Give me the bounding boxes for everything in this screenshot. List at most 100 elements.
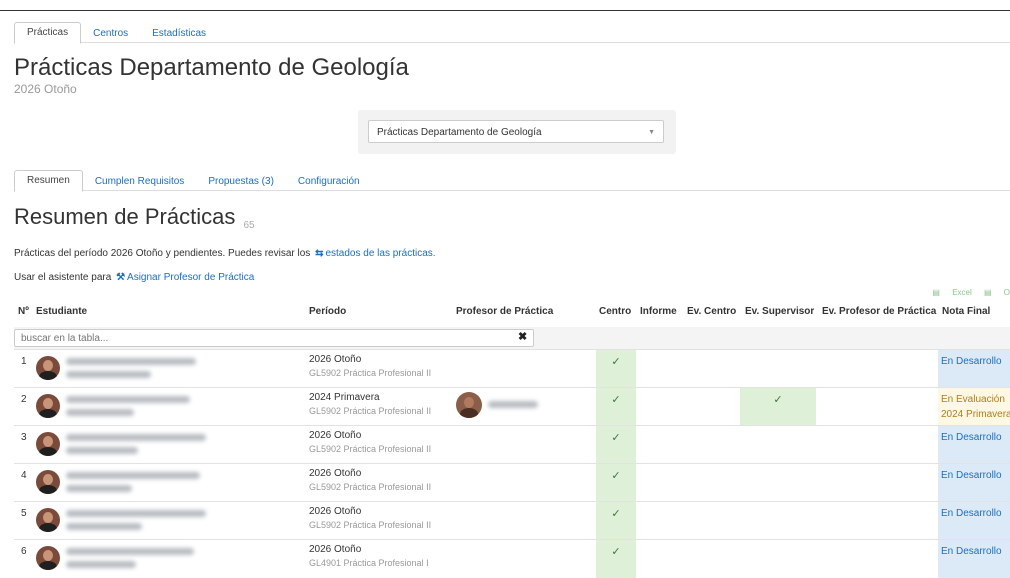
program-select-value: Prácticas Departamento de Geología [377,127,542,138]
states-icon: ⇆ [315,248,324,259]
period-main: 2026 Otoño [309,468,362,479]
states-link[interactable]: estados de las prácticas. [325,248,435,259]
tab-propuestas[interactable]: Propuestas (3) [196,172,286,192]
header-estudiante[interactable]: Estudiante [36,306,87,317]
centro-check-cell: ✓ [596,540,636,578]
row-number: 2 [21,394,27,405]
magic-wand-icon: ⚒ [116,272,126,283]
table-row[interactable]: 5 2026 Otoño GL5902 Práctica Profesional I… [14,501,1010,540]
table-row[interactable]: 2 2024 Primavera GL5902 Práctica Profesion… [14,387,1010,426]
program-select[interactable]: Prácticas Departamento de Geología ▼ [368,120,664,143]
export-excel-label: Excel [952,288,972,297]
section-title: Resumen de Prácticas 65 [14,204,255,231]
course-name: GL5902 Práctica Profesional II [309,406,432,416]
nota-final-line: En Desarrollo [941,356,1002,367]
export-other-button[interactable]: ▤ O [984,288,1010,297]
nota-final-cell[interactable]: En Desarrollo [938,426,1010,464]
student-name-redacted [66,396,190,403]
nota-final-line: 2024 Primavera [941,409,1010,420]
tab-resumen[interactable]: Resumen [14,170,83,192]
student-id-redacted [66,371,151,378]
top-tabs-line [14,42,1010,43]
nota-final-cell[interactable]: En Evaluación 2024 Primavera [938,388,1010,426]
nota-final-cell[interactable]: En Desarrollo [938,502,1010,540]
period-main: 2026 Otoño [309,430,362,441]
centro-check-cell: ✓ [596,464,636,502]
header-periodo[interactable]: Período [309,306,346,317]
top-tabs: Prácticas Centros Estadísticas [14,22,218,44]
assistant-text: Usar el asistente para [14,272,112,283]
assign-professor-link[interactable]: Asignar Profesor de Práctica [127,272,254,283]
header-ev-centro[interactable]: Ev. Centro [687,306,736,317]
table-row[interactable]: 3 2026 Otoño GL5902 Práctica Profesional I… [14,425,1010,464]
student-avatar [36,546,60,570]
row-number: 1 [21,356,27,367]
course-name: GL5902 Práctica Profesional II [309,444,432,454]
nota-final-line: En Desarrollo [941,546,1002,557]
tab-configuracion[interactable]: Configuración [286,172,372,192]
course-name: GL4901 Práctica Profesional I [309,558,429,568]
page-subtitle: 2026 Otoño [14,82,77,96]
student-avatar [36,470,60,494]
ev-supervisor-check-cell: ✓ [740,388,816,426]
description-text: Prácticas del período 2026 Otoño y pendi… [14,248,311,259]
export-other-label: O [1003,288,1010,297]
student-name-redacted [66,472,200,479]
student-id-redacted [66,485,132,492]
row-number: 4 [21,470,27,481]
check-icon: ✓ [611,394,621,406]
professor-avatar [456,392,482,418]
nota-final-cell[interactable]: En Desarrollo [938,464,1010,502]
sub-tabs: Resumen Cumplen Requisitos Propuestas (3… [14,170,372,192]
table-header: Nº Estudiante Período Profesor de Prácti… [0,306,1010,320]
professor-name-redacted [488,401,538,408]
header-centro[interactable]: Centro [599,306,631,317]
student-name-redacted [66,434,206,441]
description-line-1: Prácticas del período 2026 Otoño y pendi… [14,248,436,259]
page-title: Prácticas Departamento de Geología [14,54,409,81]
centro-check-cell: ✓ [596,426,636,464]
top-divider [0,10,1010,11]
table-search-input[interactable] [14,329,534,347]
table-search-row: ✖ [14,327,1010,349]
nota-final-cell[interactable]: En Desarrollo [938,350,1010,388]
table-row[interactable]: 1 2026 Otoño GL5902 Práctica Profesional I… [14,349,1010,388]
table-row[interactable]: 4 2026 Otoño GL5902 Práctica Profesional I… [14,463,1010,502]
nota-final-line: En Desarrollo [941,432,1002,443]
header-profesor[interactable]: Profesor de Práctica [456,306,553,317]
course-name: GL5902 Práctica Profesional II [309,520,432,530]
student-id-redacted [66,447,138,454]
student-name-redacted [66,548,194,555]
header-num[interactable]: Nº [18,306,29,317]
sub-tabs-line [14,190,1010,191]
nota-final-line: En Desarrollo [941,470,1002,481]
chevron-down-icon: ▼ [648,129,655,136]
course-name: GL5902 Práctica Profesional II [309,368,432,378]
description-line-2: Usar el asistente para ⚒ Asignar Profesor… [14,272,254,283]
tab-estadisticas[interactable]: Estadísticas [140,24,218,44]
nota-final-cell[interactable]: En Desarrollo [938,540,1010,578]
tab-centros[interactable]: Centros [81,24,140,44]
export-excel-button[interactable]: ▤ Excel [932,288,971,297]
period-main: 2026 Otoño [309,354,362,365]
section-count: 65 [243,220,255,231]
check-icon: ✓ [611,432,621,444]
period-main: 2026 Otoño [309,506,362,517]
header-ev-supervisor[interactable]: Ev. Supervisor [745,306,814,317]
nota-final-line: En Desarrollo [941,508,1002,519]
student-id-redacted [66,409,134,416]
header-informe[interactable]: Informe [640,306,677,317]
header-nota-final[interactable]: Nota Final [942,306,990,317]
student-avatar [36,394,60,418]
tab-cumplen-requisitos[interactable]: Cumplen Requisitos [83,172,197,192]
check-icon: ✓ [611,470,621,482]
student-avatar [36,356,60,380]
tab-practicas[interactable]: Prácticas [14,22,82,44]
row-number: 5 [21,508,27,519]
period-main: 2026 Otoño [309,544,362,555]
student-id-redacted [66,523,142,530]
table-row[interactable]: 6 2026 Otoño GL4901 Práctica Profesional I… [14,539,1010,578]
student-name-redacted [66,358,196,365]
clear-search-icon[interactable]: ✖ [518,330,527,343]
header-ev-profesor[interactable]: Ev. Profesor de Práctica [822,306,936,317]
